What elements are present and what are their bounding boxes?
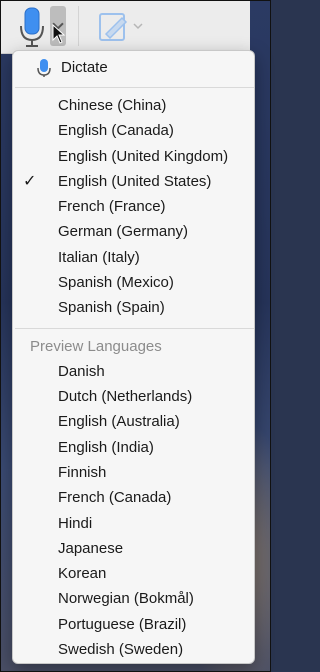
menu-item-language-label: English (United Kingdom) (58, 148, 229, 165)
menu-separator (15, 87, 254, 88)
menu-item-preview-language[interactable]: Danish (13, 359, 254, 384)
microphone-icon (37, 59, 51, 77)
microphone-icon (20, 7, 44, 47)
menu-item-language-label: Dutch (Netherlands) (58, 388, 193, 405)
menu-item-language-label: Swedish (Sweden) (58, 641, 184, 658)
menu-item-language-label: English (Canada) (58, 122, 174, 139)
menu-item-language[interactable]: Chinese (China) (13, 93, 254, 118)
menu-item-preview-language[interactable]: English (India) (13, 435, 254, 460)
menu-item-language-label: Spanish (Mexico) (58, 274, 174, 291)
menu-item-language[interactable]: French (France) (13, 194, 254, 219)
checkmark-icon: ✓ (23, 173, 37, 190)
menu-item-language-label: French (Canada) (58, 489, 172, 506)
menu-item-language[interactable]: Italian (Italy) (13, 245, 254, 270)
preview-languages-header: Preview Languages (30, 338, 162, 355)
menu-item-preview-language[interactable]: Norwegian (Bokmål) (13, 586, 254, 611)
menu-item-language[interactable]: English (United Kingdom) (13, 144, 254, 169)
menu-item-language-label: Chinese (China) (58, 97, 167, 114)
menu-item-language[interactable]: Spanish (Spain) (13, 295, 254, 320)
menu-item-language-label: Japanese (58, 540, 124, 557)
menu-item-language-label: Hindi (58, 515, 93, 532)
dictation-language-menu: Dictate Chinese (China) English (Canada)… (12, 50, 255, 664)
toolbar (0, 0, 250, 54)
menu-item-language-label: English (India) (58, 439, 154, 456)
toolbar-divider (78, 6, 79, 46)
menu-item-language[interactable]: English (Canada) (13, 118, 254, 143)
menu-separator (15, 328, 254, 329)
menu-item-language-label: Danish (58, 363, 105, 380)
menu-item-language-label: French (France) (58, 198, 166, 215)
dictation-button[interactable] (14, 4, 52, 48)
menu-item-preview-language[interactable]: Korean (13, 561, 254, 586)
menu-item-language-label: Spanish (Spain) (58, 299, 165, 316)
menu-item-language-label: Korean (58, 565, 107, 582)
menu-item-dictate[interactable]: Dictate (13, 55, 254, 80)
menu-item-preview-language[interactable]: English (Australia) (13, 409, 254, 434)
menu-item-preview-language[interactable]: Swedish (Sweden) (13, 637, 254, 662)
menu-item-preview-language[interactable]: Dutch (Netherlands) (13, 384, 254, 409)
pen-markup-icon (99, 13, 143, 41)
menu-item-preview-language[interactable]: Finnish (13, 460, 254, 485)
menu-item-language-label: Norwegian (Bokmål) (58, 590, 194, 607)
menu-item-language-selected[interactable]: ✓ English (United States) (13, 169, 254, 194)
mouse-cursor-icon (52, 24, 66, 44)
menu-item-preview-language[interactable]: Hindi (13, 511, 254, 536)
menu-item-language-label: English (United States) (58, 173, 212, 190)
menu-item-language[interactable]: German (Germany) (13, 219, 254, 244)
menu-item-language-label: Finnish (58, 464, 107, 481)
markup-button[interactable] (96, 8, 146, 46)
menu-item-dictate-label: Dictate (61, 59, 108, 76)
menu-item-language[interactable]: Spanish (Mexico) (13, 270, 254, 295)
menu-item-preview-language[interactable]: French (Canada) (13, 485, 254, 510)
menu-item-language-label: German (Germany) (58, 223, 189, 240)
menu-item-language-label: English (Australia) (58, 413, 180, 430)
menu-item-language-label: Italian (Italy) (58, 249, 140, 266)
menu-item-language-label: Portuguese (Brazil) (58, 616, 187, 633)
menu-item-preview-language[interactable]: Portuguese (Brazil) (13, 612, 254, 637)
menu-item-preview-language[interactable]: Japanese (13, 536, 254, 561)
